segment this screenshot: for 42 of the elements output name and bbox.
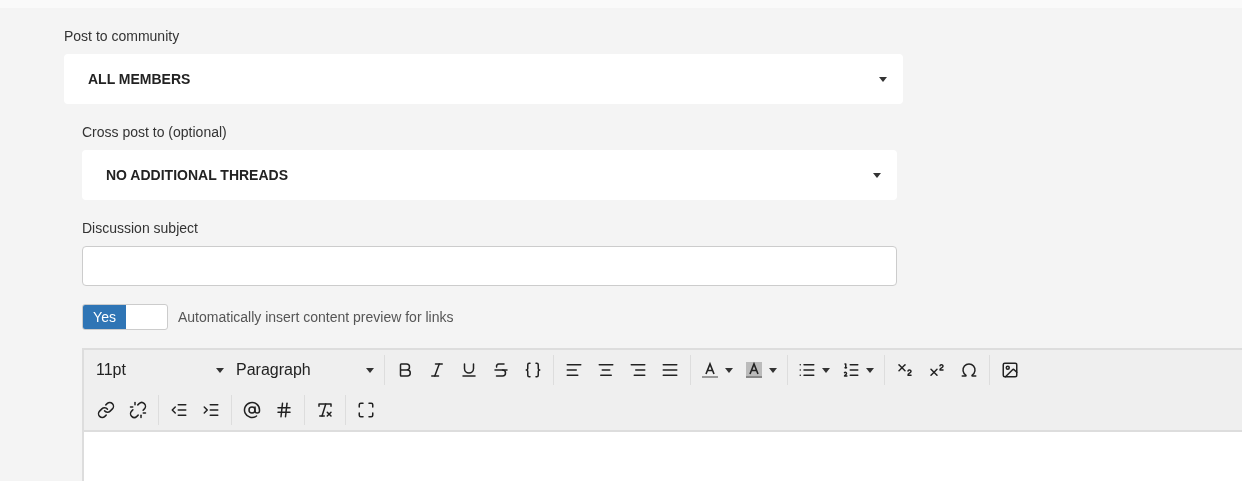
caret-icon bbox=[866, 367, 874, 373]
outdent-icon bbox=[170, 401, 188, 419]
subject-field[interactable] bbox=[82, 246, 897, 286]
fullscreen-icon bbox=[357, 401, 375, 419]
text-color-icon bbox=[701, 361, 719, 379]
align-center-icon bbox=[597, 361, 615, 379]
field-label: Cross post to (optional) bbox=[82, 124, 228, 140]
caret-icon bbox=[216, 367, 224, 373]
image-icon bbox=[1001, 361, 1019, 379]
toggle-label: Automatically insert content preview for links bbox=[178, 309, 454, 325]
preview-toggle[interactable]: Yes bbox=[82, 304, 168, 330]
align-justify-icon bbox=[661, 361, 679, 379]
format-dropdown[interactable]: Paragraph bbox=[230, 354, 380, 386]
field-label: Post to community bbox=[64, 28, 181, 44]
hash-icon bbox=[275, 401, 293, 419]
at-sign-icon bbox=[243, 401, 261, 419]
unlink-icon bbox=[129, 401, 147, 419]
field-label: Discussion subject bbox=[82, 220, 199, 236]
caret-icon bbox=[873, 172, 881, 178]
align-left-icon bbox=[565, 361, 583, 379]
caret-icon bbox=[769, 367, 777, 373]
cross-post-select[interactable]: NO ADDITIONAL THREADS bbox=[82, 150, 897, 200]
omega-icon bbox=[960, 361, 978, 379]
clear-formatting-icon bbox=[316, 401, 334, 419]
italic-icon bbox=[428, 361, 446, 379]
caret-icon bbox=[366, 367, 374, 373]
strikethrough-icon bbox=[492, 361, 510, 379]
bullet-list-icon bbox=[798, 361, 816, 379]
caret-icon bbox=[725, 367, 733, 373]
code-icon bbox=[524, 361, 542, 379]
community-select[interactable]: ALL MEMBERS bbox=[64, 54, 903, 104]
numbered-list-icon bbox=[842, 361, 860, 379]
font-size-dropdown[interactable]: 11pt bbox=[90, 354, 230, 386]
indent-icon bbox=[202, 401, 220, 419]
caret-icon bbox=[822, 367, 830, 373]
align-right-icon bbox=[629, 361, 647, 379]
subscript-icon bbox=[896, 361, 914, 379]
caret-icon bbox=[879, 76, 887, 82]
underline-icon bbox=[460, 361, 478, 379]
superscript-icon bbox=[928, 361, 946, 379]
highlight-icon bbox=[745, 361, 763, 379]
link-icon bbox=[97, 401, 115, 419]
